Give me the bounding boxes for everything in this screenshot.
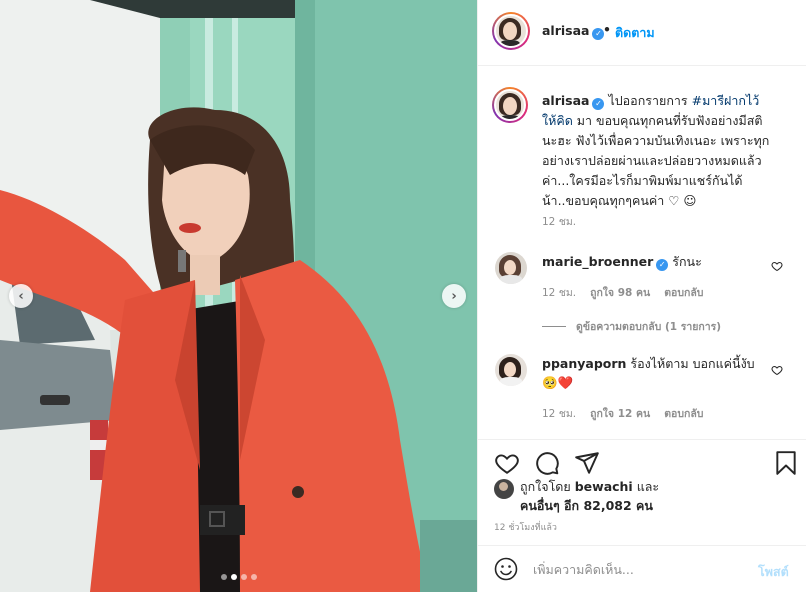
- post-actions: ถูกใจโดย bewachi และ คนอื่นๆ อีก 82,082 …: [478, 439, 806, 545]
- post-photo: ‹ ›: [0, 0, 477, 592]
- carousel-dot-active: [231, 574, 237, 580]
- liked-by-prefix: ถูกใจโดย: [520, 479, 571, 494]
- share-paper-plane-icon[interactable]: [574, 450, 600, 476]
- author-username-text[interactable]: alrisaa: [542, 23, 589, 38]
- post-caption: alrisaa ✓ ไปออกรายการ #มารีฝากไว้ให้คิด ม…: [542, 91, 770, 211]
- comment-time: 12 ชม.: [542, 408, 577, 420]
- post-side-panel: alrisaa ✓ • ติดตาม alrisaa ✓ ไปออกรายการ #…: [477, 0, 806, 592]
- author-username[interactable]: alrisaa ✓: [542, 23, 605, 40]
- liked-by-and: และ: [636, 479, 660, 494]
- comment-reply-button[interactable]: ตอบกลับ: [664, 405, 703, 422]
- likes-text: ถูกใจโดย bewachi และ คนอื่นๆ อีก 82,082 …: [520, 477, 659, 515]
- view-replies-button[interactable]: ดูข้อความตอบกลับ (1 รายการ): [542, 318, 721, 335]
- caption-username[interactable]: alrisaa: [542, 93, 589, 108]
- photo-illustration: [0, 0, 477, 592]
- commenter-avatar[interactable]: [495, 354, 527, 386]
- post-comment-button[interactable]: โพสต์: [758, 562, 789, 582]
- comment-time: 12 ชม.: [542, 287, 577, 299]
- follow-button[interactable]: ติดตาม: [615, 23, 655, 43]
- caption-author-avatar[interactable]: [492, 87, 528, 123]
- carousel-indicator: [221, 574, 257, 580]
- caption-text-rest: มา ขอบคุณทุกคนที่รับฟังอย่างมีสตินะฮะ ฟั…: [542, 113, 770, 208]
- comment-like-heart-icon[interactable]: [771, 260, 783, 272]
- carousel-dot: [221, 574, 227, 580]
- comments-section: alrisaa ✓ ไปออกรายการ #มารีฝากไว้ให้คิด ม…: [478, 67, 806, 439]
- liked-by-user[interactable]: bewachi: [575, 479, 633, 494]
- comment-item: marie_broenner ✓ รักนะ: [542, 252, 772, 271]
- previous-photo-button[interactable]: ‹: [9, 284, 33, 308]
- comment-meta: 12 ชม. ถูกใจ 12 คน ตอบกลับ: [542, 405, 703, 422]
- next-photo-button[interactable]: ›: [442, 284, 466, 308]
- add-comment-bar: โพสต์: [478, 545, 806, 592]
- post-header: alrisaa ✓ • ติดตาม: [478, 0, 806, 66]
- post-timestamp[interactable]: 12 ชั่วโมงที่แล้ว: [494, 520, 557, 534]
- carousel-dot: [251, 574, 257, 580]
- chevron-right-icon: ›: [451, 288, 457, 304]
- chevron-left-icon: ‹: [18, 288, 24, 304]
- separator-dot: •: [603, 22, 611, 37]
- view-replies-label[interactable]: ดูข้อความตอบกลับ (1 รายการ): [576, 318, 721, 335]
- comment-meta: 12 ชม. ถูกใจ 98 คน ตอบกลับ: [542, 284, 703, 301]
- comment-input[interactable]: [533, 556, 743, 582]
- carousel-dot: [241, 574, 247, 580]
- verified-badge-icon: ✓: [656, 259, 669, 271]
- comment-username[interactable]: marie_broenner: [542, 254, 653, 269]
- comment-like-heart-icon[interactable]: [771, 364, 783, 376]
- liked-by-summary: ถูกใจโดย bewachi และ คนอื่นๆ อีก 82,082 …: [494, 477, 659, 515]
- comment-text: รักนะ: [672, 254, 702, 269]
- comment-likes-count[interactable]: ถูกใจ 98 คน: [590, 284, 650, 301]
- comment-username[interactable]: ppanyaporn: [542, 356, 626, 371]
- caption-text-start: ไปออกรายการ: [604, 93, 692, 108]
- comment-item: ppanyaporn ร้องไห้ตาม บอกแค่นี้งับ 🥺❤️: [542, 354, 772, 392]
- emoji-smiley-icon[interactable]: [494, 557, 518, 581]
- caption-time: 12 ชม.: [542, 216, 577, 228]
- comment-likes-count[interactable]: ถูกใจ 12 คน: [590, 405, 650, 422]
- liker-avatar[interactable]: [494, 479, 514, 499]
- bookmark-icon[interactable]: [773, 450, 799, 476]
- like-heart-icon[interactable]: [494, 450, 520, 476]
- comment-reply-button[interactable]: ตอบกลับ: [664, 284, 703, 301]
- author-avatar[interactable]: [492, 12, 530, 50]
- likes-count-others[interactable]: คนอื่นๆ อีก 82,082 คน: [520, 498, 653, 513]
- replies-divider-line: [542, 326, 566, 327]
- commenter-avatar[interactable]: [495, 252, 527, 284]
- verified-badge-icon: ✓: [592, 98, 605, 110]
- comment-bubble-icon[interactable]: [534, 450, 560, 476]
